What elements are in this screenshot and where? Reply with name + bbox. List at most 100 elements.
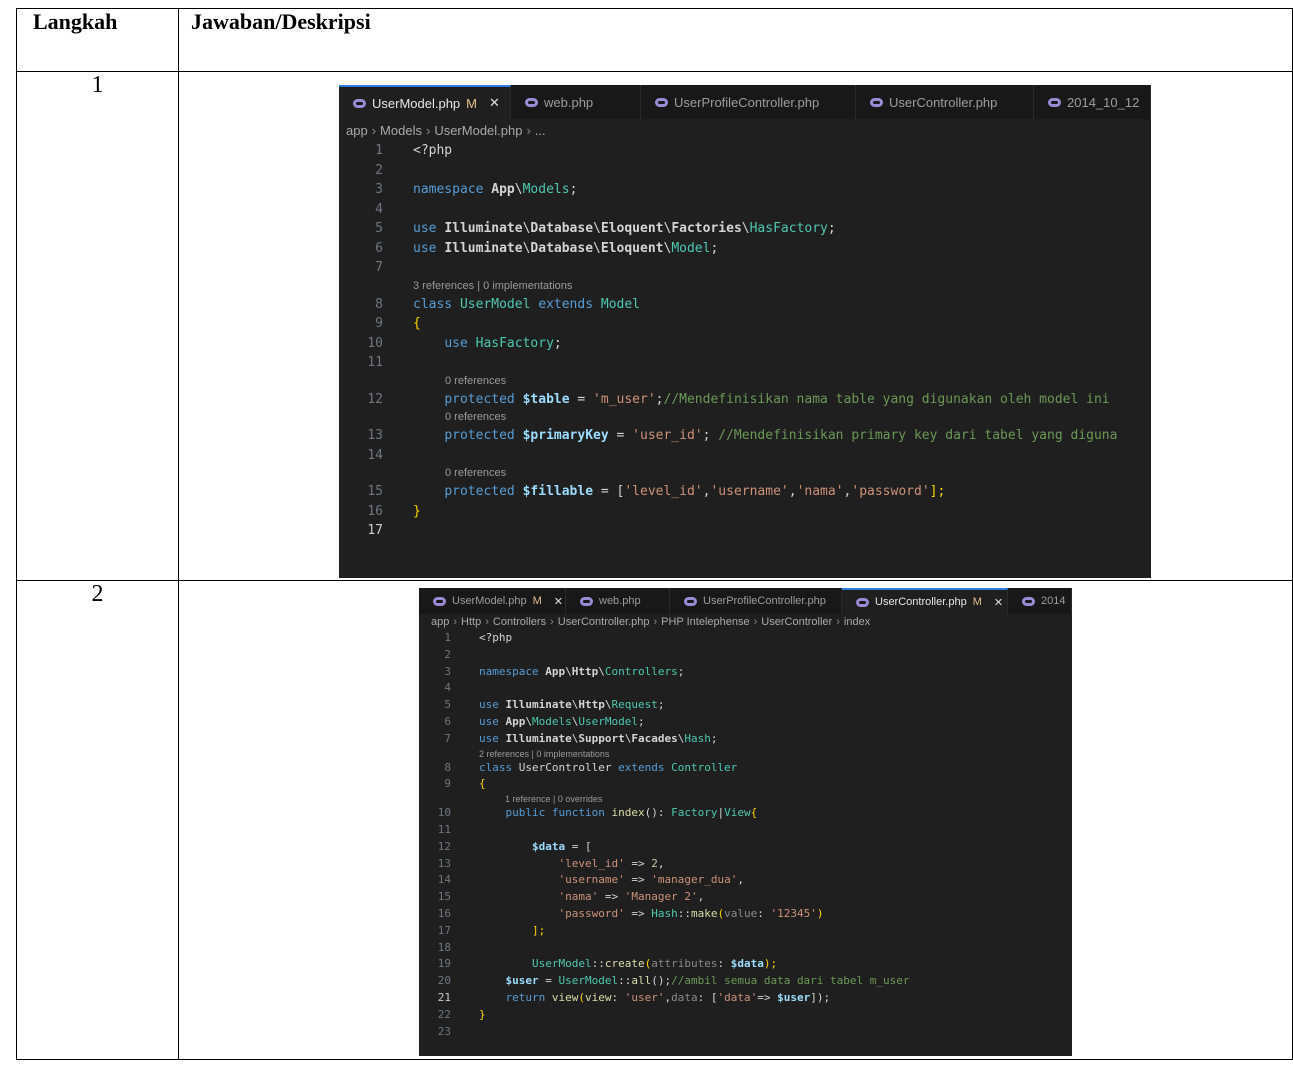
step-number: 1 (16, 71, 179, 581)
answer-table: Langkah Jawaban/Deskripsi 1 UserModel.ph… (16, 8, 1293, 1060)
code-lens[interactable]: 2 references | 0 implementations (419, 748, 1072, 760)
line-number: 6 (444, 714, 451, 728)
code-line: 7 (339, 258, 1151, 278)
code-text: $data = [ (531, 839, 592, 853)
breadcrumb-item[interactable]: Controllers (493, 616, 546, 628)
line-number: 21 (437, 990, 451, 1004)
code-text: { (413, 316, 421, 331)
line-number: 15 (437, 890, 451, 904)
code-text: 'password' => Hash::make(value: '12345') (558, 906, 824, 920)
breadcrumb-item[interactable]: index (844, 616, 870, 628)
breadcrumb-item[interactable]: app (431, 616, 449, 628)
tab-label: web.php (544, 94, 594, 110)
line-number: 19 (437, 957, 451, 971)
code-line: 9{ (419, 776, 1072, 793)
code-editor[interactable]: 1 <?php 2 3 namespace App\Models; 4 5 use Illum… (339, 141, 1151, 541)
php-file-icon (580, 596, 593, 606)
editor-tab[interactable]: web.php (566, 588, 670, 614)
line-number: 17 (437, 923, 451, 937)
code-line: 17 (339, 521, 1151, 541)
code-line: 8 class UserModel extends Model (339, 295, 1151, 315)
editor-tab[interactable]: UserModel.php M ✕ (419, 588, 566, 614)
breadcrumb: app › Models › UserModel.php ›... (339, 119, 1151, 141)
line-number: 20 (437, 974, 451, 988)
line-number: 10 (437, 806, 451, 820)
breadcrumb-item[interactable]: ... (535, 123, 546, 138)
code-text: UserModel::create(attributes: $data); (531, 957, 778, 971)
editor-tab[interactable]: UserProfileController.php (641, 85, 856, 119)
code-lens[interactable]: 1 reference | 0 overrides (419, 793, 1072, 805)
editor-tab[interactable]: UserController.php (856, 85, 1034, 119)
close-icon[interactable]: ✕ (994, 596, 1003, 609)
editor-tab[interactable]: UserController.php M ✕ (842, 588, 1008, 614)
code-editor[interactable]: 1 <?php 2 3 namespace App\Http\Controllers; 4… (419, 630, 1072, 1040)
chevron-right-icon: › (550, 616, 554, 628)
php-file-icon (1048, 97, 1061, 107)
line-number: 8 (375, 296, 383, 312)
php-file-icon (856, 597, 869, 607)
screenshot-usermodel: UserModel.php M ✕ web.php UserProfileControl… (339, 85, 1151, 578)
line-number: 14 (437, 873, 451, 887)
line-number: 11 (437, 822, 451, 836)
line-number: 18 (437, 940, 451, 954)
modified-indicator: M (466, 95, 477, 111)
code-text: use Illuminate\Http\Request; (479, 698, 665, 712)
line-number: 14 (367, 447, 383, 463)
code-text: public function index(): Factory|View{ (505, 806, 758, 820)
code-text: <?php (413, 143, 453, 158)
tab-label: 2014_10_12 (1067, 94, 1140, 110)
chevron-right-icon: › (485, 616, 489, 628)
breadcrumb-item[interactable]: UserModel.php (434, 123, 522, 138)
breadcrumb-item[interactable]: Models (380, 123, 422, 138)
code-lens[interactable]: 0 references (339, 373, 1151, 390)
code-line: 14 'username' => 'manager_dua', (419, 872, 1072, 889)
code-text: namespace App\Http\Controllers; (479, 664, 685, 678)
breadcrumb-item[interactable]: UserController (761, 616, 832, 628)
breadcrumb-item[interactable]: UserController.php (558, 616, 650, 628)
line-number: 3 (444, 664, 451, 678)
code-line: 20 $user = UserModel::all();//ambil semu… (419, 973, 1072, 990)
line-number: 9 (444, 777, 451, 791)
line-number: 13 (437, 856, 451, 870)
editor-tab[interactable]: 2014_10_12 (1034, 85, 1151, 119)
header-langkah: Langkah (16, 8, 179, 72)
close-icon[interactable]: ✕ (489, 95, 500, 111)
modified-indicator: M (532, 595, 542, 607)
close-icon[interactable]: ✕ (554, 595, 563, 608)
editor-tab-bar: UserModel.php M ✕ web.php UserProfileControl… (419, 588, 1072, 614)
chevron-right-icon: › (753, 616, 758, 628)
code-line: 3 namespace App\Models; (339, 180, 1151, 200)
chevron-right-icon: › (425, 122, 431, 138)
line-number: 16 (367, 503, 383, 519)
editor-tab[interactable]: UserProfileController.php (670, 588, 842, 614)
editor-tab[interactable]: 2014 (1008, 588, 1072, 614)
code-lens[interactable]: 0 references (339, 465, 1151, 482)
breadcrumb-item[interactable]: PHP Intelephense (661, 616, 749, 628)
code-line: 12 $data = [ (419, 839, 1072, 856)
editor-tab[interactable]: UserModel.php M ✕ (339, 85, 511, 119)
code-text: protected $primaryKey = 'user_id'; //Men… (444, 428, 1118, 443)
code-lens[interactable]: 3 references | 0 implementations (339, 278, 1151, 295)
breadcrumb: app › Http › Controllers › UserController.php ›… (419, 614, 1072, 630)
line-number: 23 (437, 1024, 451, 1038)
code-text: 'nama' => 'Manager 2', (558, 890, 705, 904)
editor-tab-bar: UserModel.php M ✕ web.php UserProfileControl… (339, 85, 1151, 119)
php-file-icon (684, 596, 697, 606)
code-lens[interactable]: 0 references (339, 409, 1151, 426)
breadcrumb-item[interactable]: Http (461, 616, 481, 628)
chevron-right-icon: › (653, 616, 658, 628)
modified-indicator: M (972, 596, 982, 608)
code-text: protected $table = 'm_user';//Mendefinis… (444, 391, 1110, 407)
line-number: 5 (444, 698, 451, 712)
code-text: { (479, 777, 486, 791)
breadcrumb-item[interactable]: app (346, 123, 368, 138)
editor-tab[interactable]: web.php (511, 85, 641, 119)
code-line: 5 use Illuminate\Http\Request; (419, 697, 1072, 714)
code-line: 21 return view(view: 'user',data: ['data… (419, 990, 1072, 1007)
